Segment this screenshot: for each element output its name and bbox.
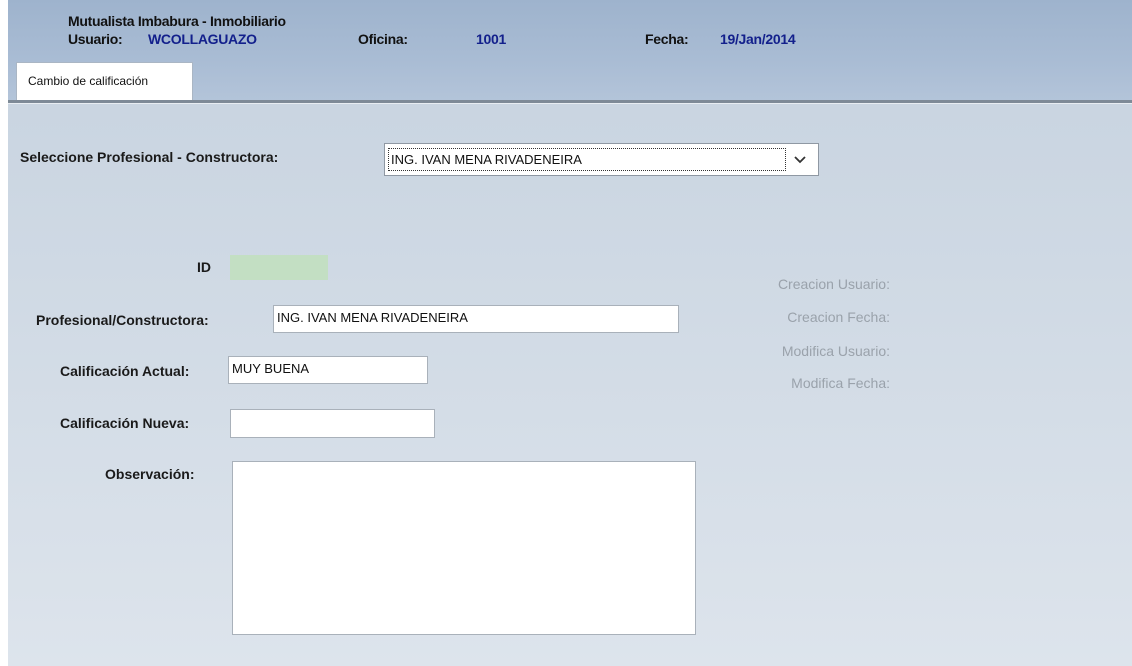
id-field [230,255,328,280]
profesional-select[interactable]: ING. IVAN MENA RIVADENEIRA [384,143,819,176]
calificacion-nueva-field[interactable] [230,409,435,438]
calificacion-nueva-label: Calificación Nueva: [60,415,190,431]
fecha-value: 19/Jan/2014 [720,31,796,47]
oficina-label: Oficina: [358,31,408,47]
creacion-usuario-label: Creacion Usuario: [777,276,890,292]
oficina-value: 1001 [476,31,506,47]
calificacion-actual-field[interactable]: MUY BUENA [228,356,428,384]
observacion-textarea[interactable] [232,461,696,635]
chevron-down-icon [794,156,806,164]
profesional-constructora-label: Profesional/Constructora: [36,312,209,328]
creacion-fecha-label: Creacion Fecha: [787,309,890,325]
usuario-value: WCOLLAGUAZO [148,31,257,47]
select-profesional-label: Seleccione Profesional - Constructora: [20,149,279,165]
tab-label: Cambio de calificación [28,74,149,88]
fecha-label: Fecha: [645,31,689,47]
usuario-label: Usuario: [68,31,123,47]
header-divider-highlight [8,103,1132,104]
profesional-constructora-field[interactable]: ING. IVAN MENA RIVADENEIRA [273,305,679,333]
modifica-usuario-label: Modifica Usuario: [781,343,890,359]
app-window: Mutualista Imbabura - Inmobiliario Usuar… [8,0,1132,666]
calificacion-actual-label: Calificación Actual: [60,363,190,379]
id-label: ID [197,259,211,275]
app-title: Mutualista Imbabura - Inmobiliario [68,13,286,29]
app-header: Mutualista Imbabura - Inmobiliario Usuar… [8,0,1132,100]
observacion-label: Observación: [105,466,195,482]
profesional-select-value: ING. IVAN MENA RIVADENEIRA [388,148,786,171]
modifica-fecha-label: Modifica Fecha: [791,375,890,391]
tab-cambio-de-calificacion[interactable]: Cambio de calificación [16,62,193,100]
